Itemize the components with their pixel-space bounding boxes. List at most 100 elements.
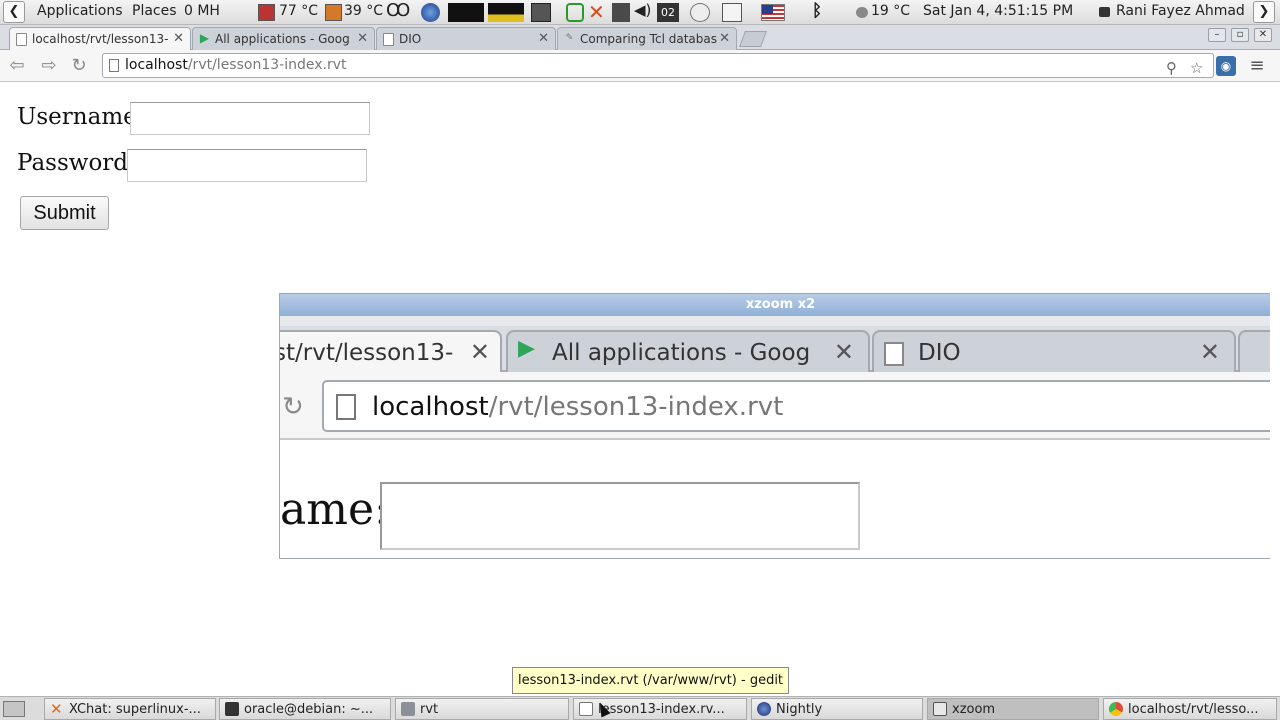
close-window-button[interactable]: ✕: [1254, 28, 1272, 42]
tab-dio[interactable]: DIO ✕: [376, 27, 556, 50]
xzoom-magnified-toolbar: ↻ localhost/rvt/lesson13-index.rvt: [280, 372, 1279, 440]
task-nightly[interactable]: Nightly: [751, 698, 923, 720]
page-scroll-edge: [1270, 83, 1280, 695]
back-arrow-icon[interactable]: ⇦: [6, 55, 28, 77]
disk-temperature-icon: [325, 4, 342, 21]
tab-close-icon[interactable]: ✕: [719, 31, 730, 46]
xzoom-reload-icon: ↻: [282, 392, 304, 422]
xchat-icon: ✕: [50, 700, 63, 718]
terminal-tray-icon[interactable]: [531, 3, 551, 22]
username-input[interactable]: [130, 102, 370, 135]
network-monitor-graph-icon: [488, 3, 524, 22]
weather-temperature: 19 °C: [871, 3, 911, 19]
update-notifier-icon[interactable]: [690, 3, 710, 22]
url-host: localhost: [125, 57, 188, 73]
nightly-icon: [757, 702, 771, 716]
panel-right-arrow-icon[interactable]: ❯: [1253, 1, 1275, 23]
clipboard-icon[interactable]: [722, 3, 742, 22]
xzoom-title[interactable]: xzoom x2: [280, 294, 1279, 316]
xzoom-tab-label: All applications - Goog: [552, 340, 811, 366]
tab-label: localhost/rvt/lesson13-: [32, 32, 169, 46]
tab-close-icon[interactable]: ✕: [357, 31, 368, 46]
task-terminal[interactable]: oracle@debian: ~...: [219, 698, 391, 720]
xzoom-tab-label: DIO: [918, 340, 961, 366]
xzoom-tab-close-icon: ✕: [1199, 338, 1220, 366]
bluetooth-icon[interactable]: ᛒ: [812, 1, 822, 21]
xzoom-tab-close-icon: ✕: [469, 338, 490, 366]
show-desktop-icon[interactable]: [3, 701, 25, 717]
globe-icon[interactable]: [421, 3, 440, 22]
window-icon: [933, 702, 947, 716]
xzoom-magnified-panel-strip: [280, 316, 1279, 326]
page-icon: [383, 33, 394, 46]
password-label: Password:: [17, 150, 136, 176]
bookmark-star-icon[interactable]: ☆: [1190, 59, 1203, 77]
xzoom-window[interactable]: xzoom x2 st/rvt/lesson13- ✕ ▶ All applic…: [279, 293, 1280, 559]
battery-icon: [612, 3, 630, 22]
cpu-temperature-icon: [258, 4, 275, 21]
reload-icon[interactable]: ↻: [68, 55, 90, 77]
keyboard-layout-us-flag-icon[interactable]: [761, 4, 785, 21]
xzoom-url-host: localhost: [372, 392, 489, 422]
tab-close-icon[interactable]: ✕: [173, 31, 184, 46]
xzoom-tab-localhost: st/rvt/lesson13- ✕: [279, 330, 502, 372]
xzoom-page-icon: [336, 394, 356, 420]
xzoom-magnified-tab-strip: st/rvt/lesson13- ✕ ▶ All applications - …: [279, 326, 1279, 372]
xzoom-username-input: [380, 482, 860, 550]
chat-bubble-icon: [1099, 7, 1110, 17]
submit-button[interactable]: Submit: [20, 196, 109, 230]
volume-icon[interactable]: ◀): [634, 1, 651, 19]
task-label: lesson13-index.rv...: [598, 702, 725, 717]
play-store-icon: ▶: [199, 31, 210, 45]
xzoom-play-store-icon: ▶: [518, 336, 535, 361]
task-label: xzoom: [952, 702, 996, 717]
xzoom-tab-all-applications: ▶ All applications - Goog ✕: [506, 330, 870, 372]
zoom-magnifier-icon[interactable]: ⚲: [1166, 59, 1177, 77]
extension-icon[interactable]: ◉: [1216, 56, 1236, 76]
weather-icon: [856, 7, 868, 18]
address-bar[interactable]: localhost/rvt/lesson13-index.rvt ⚲ ☆: [102, 53, 1214, 78]
chrome-icon: [1109, 702, 1123, 716]
tab-close-icon[interactable]: ✕: [538, 31, 549, 46]
clock[interactable]: Sat Jan 4, 4:51:15 PM: [923, 3, 1073, 19]
tab-label: Comparing Tcl databas: [580, 32, 717, 46]
task-label: XChat: superlinux-...: [69, 702, 201, 717]
task-label: Nightly: [776, 702, 823, 717]
username-label: Username:: [17, 104, 145, 130]
bottom-taskbar: ✕ XChat: superlinux-... oracle@debian: ~…: [0, 696, 1280, 720]
task-chrome[interactable]: localhost/rvt/lesso...: [1103, 698, 1277, 720]
page-icon: [16, 33, 27, 46]
tab-comparing-tcl[interactable]: ✎ Comparing Tcl databas ✕: [557, 27, 737, 50]
disk-temperature: 39 °C: [344, 3, 384, 19]
eyes-icon: OO: [386, 0, 410, 21]
task-label: rvt: [420, 702, 439, 717]
calendar-icon[interactable]: 02: [657, 3, 679, 22]
forward-arrow-icon[interactable]: ⇨: [38, 55, 60, 77]
minimize-button[interactable]: –: [1208, 28, 1226, 42]
xzoom-address-bar: localhost/rvt/lesson13-index.rvt: [322, 380, 1279, 432]
applications-menu[interactable]: Applications: [37, 3, 123, 19]
xzoom-tab-dio: DIO ✕: [872, 330, 1236, 372]
tab-localhost-lesson13[interactable]: localhost/rvt/lesson13- ✕: [9, 27, 191, 51]
new-tab-button[interactable]: [739, 31, 767, 47]
places-menu[interactable]: Places: [132, 3, 177, 19]
task-label: localhost/rvt/lesso...: [1128, 702, 1259, 717]
task-xzoom[interactable]: xzoom: [927, 698, 1099, 720]
task-xchat[interactable]: ✕ XChat: superlinux-...: [44, 698, 216, 720]
page-icon: [109, 59, 119, 72]
chrome-menu-icon[interactable]: ≡: [1246, 55, 1268, 77]
xzoom-tab-label: st/rvt/lesson13-: [279, 340, 454, 366]
task-rvt-folder[interactable]: rvt: [395, 698, 569, 720]
xzoom-page-icon: [884, 342, 904, 366]
taskbar-tooltip: lesson13-index.rvt (/var/www/rvt) - gedi…: [512, 667, 790, 694]
tray-app-icon[interactable]: [566, 3, 584, 22]
tools-icon[interactable]: ✕: [588, 0, 605, 24]
tab-all-applications[interactable]: ▶ All applications - Goog ✕: [192, 27, 375, 50]
feather-icon: ✎: [565, 33, 574, 43]
restore-button[interactable]: ▫: [1231, 28, 1249, 42]
task-label: oracle@debian: ~...: [244, 702, 374, 717]
password-input[interactable]: [127, 149, 367, 182]
user-name[interactable]: Rani Fayez Ahmad: [1116, 3, 1245, 19]
panel-left-arrow-icon[interactable]: ❮: [3, 1, 25, 23]
top-panel: ❮ Applications Places 0 MH 77 °C 39 °C O…: [0, 0, 1280, 25]
